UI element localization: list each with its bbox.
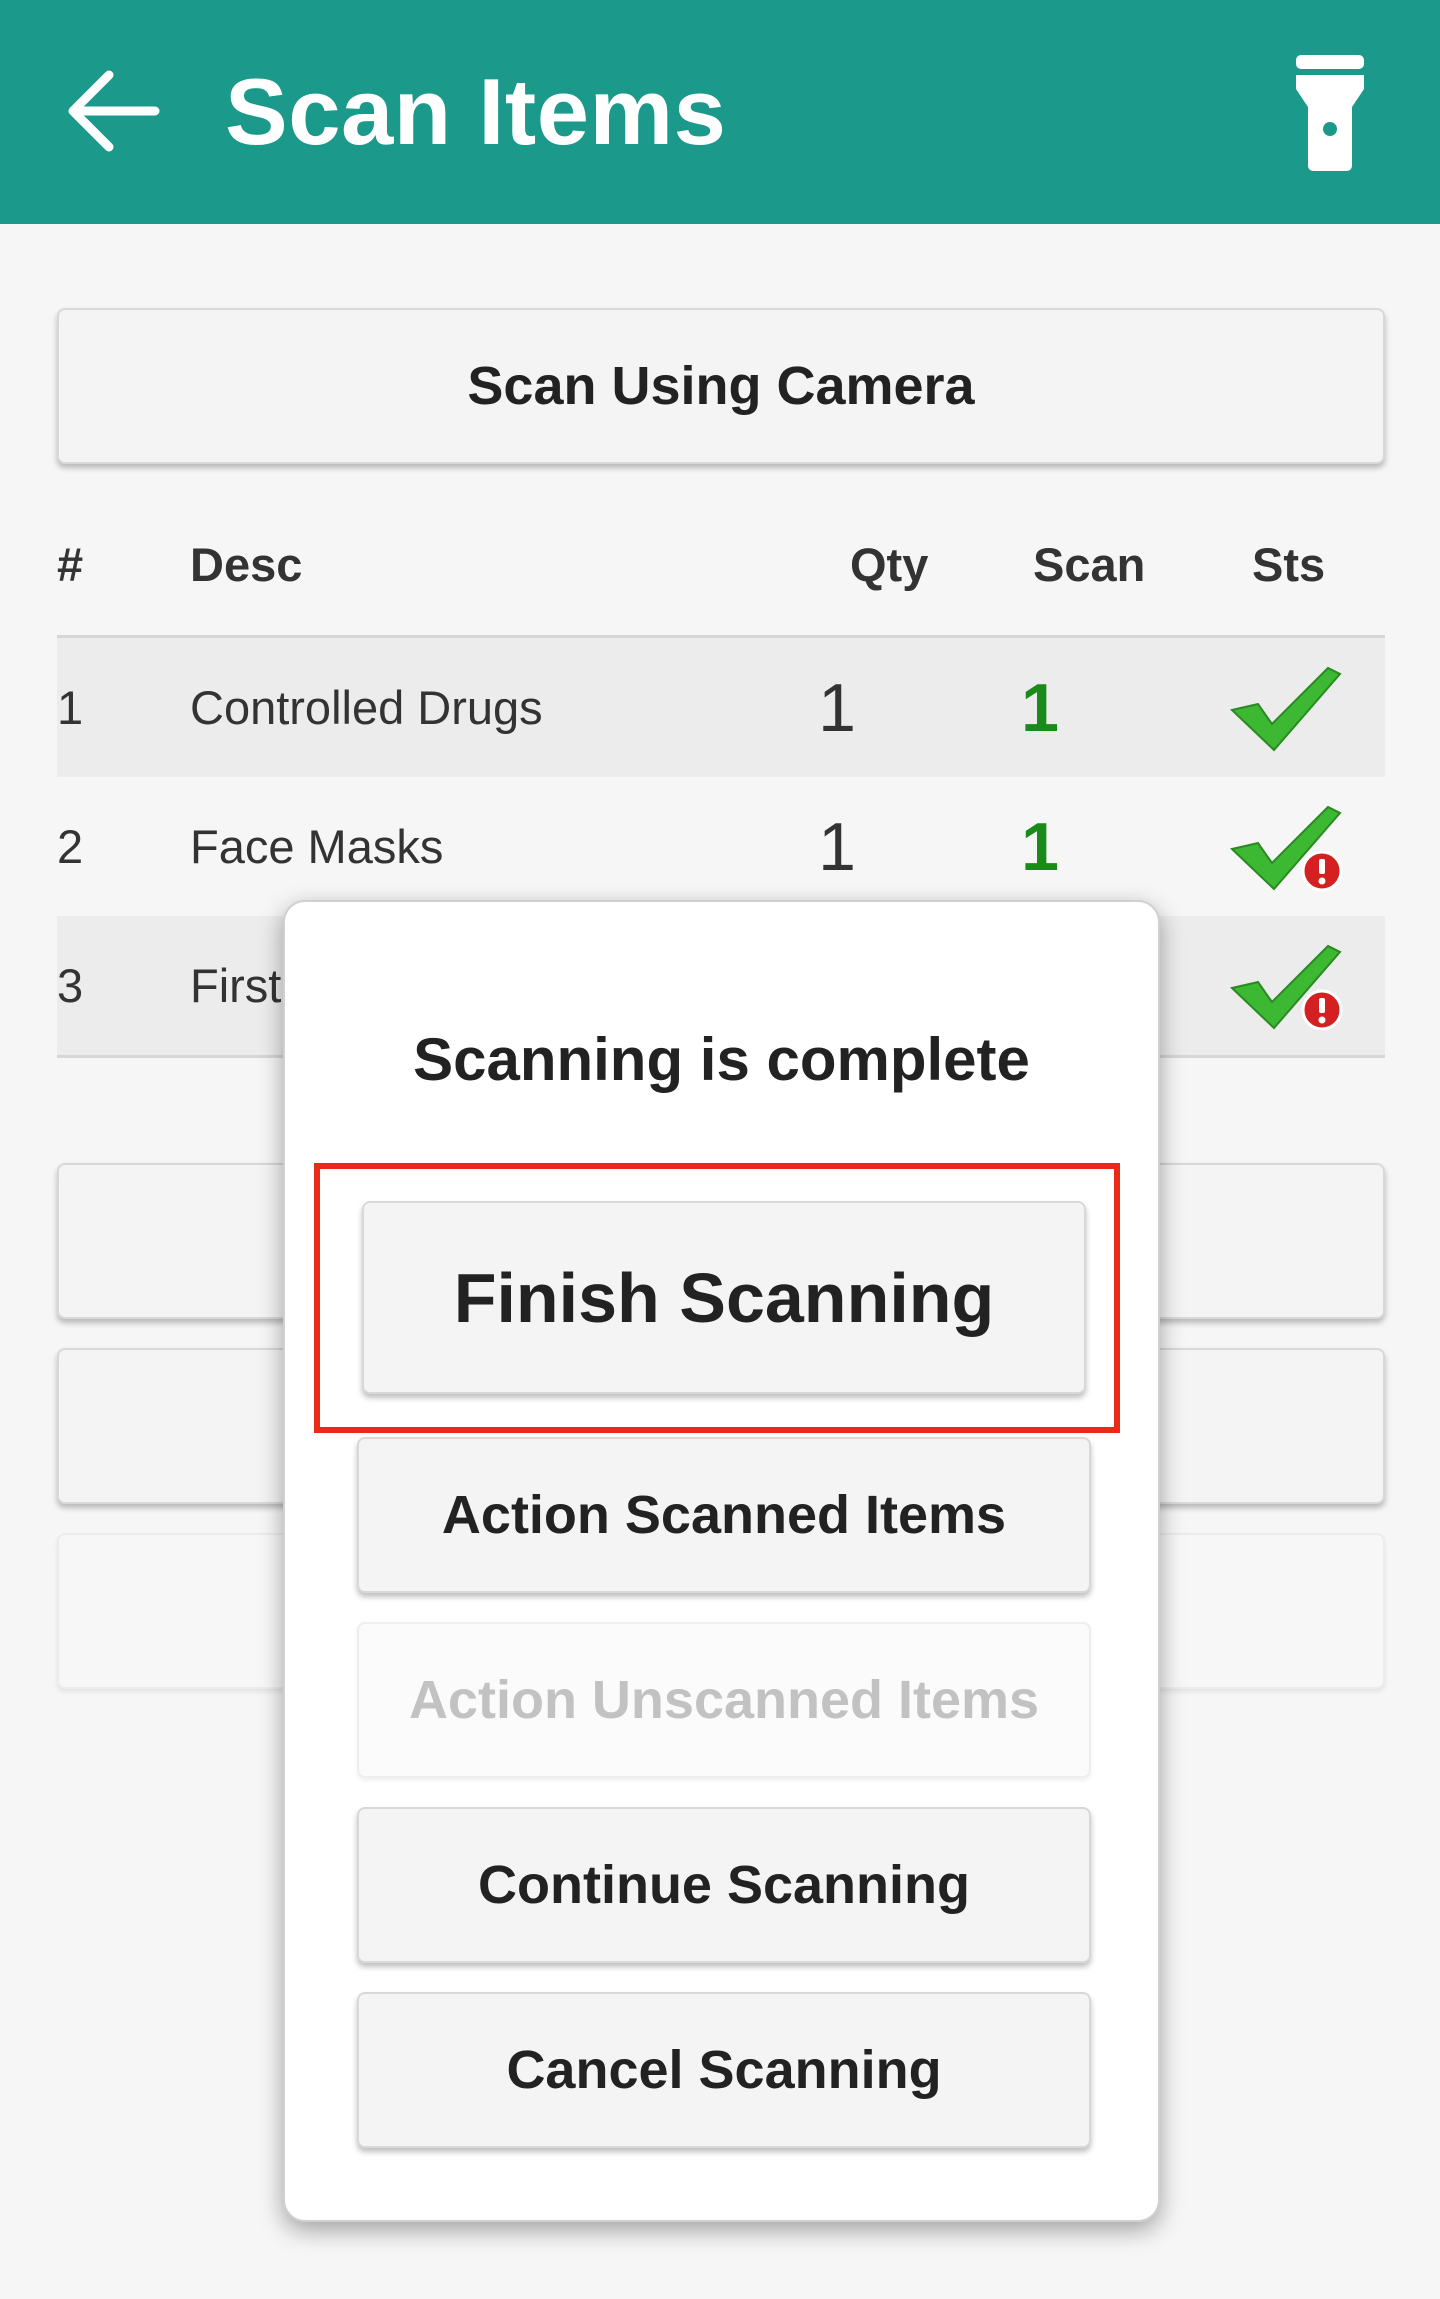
row-description: Face Masks [190, 820, 444, 873]
row-quantity: 1 [818, 669, 856, 746]
column-header-scan: Scan [1033, 538, 1146, 591]
column-header-number: # [57, 538, 84, 591]
table-row[interactable]: 2 Face Masks 1 1 [57, 777, 1385, 916]
status-warning-icon [1222, 916, 1352, 1055]
column-header-desc: Desc [190, 538, 303, 591]
row-number: 2 [57, 820, 84, 873]
column-header-status: Sts [1252, 538, 1326, 591]
action-unscanned-items-button: Action Unscanned Items [357, 1622, 1091, 1778]
row-scan-count: 1 [1021, 669, 1059, 746]
action-scanned-items-button[interactable]: Action Scanned Items [357, 1437, 1091, 1593]
row-description: First [190, 959, 282, 1012]
page-title: Scan Items [225, 59, 727, 164]
scan-using-camera-button[interactable]: Scan Using Camera [57, 308, 1385, 464]
row-number: 1 [57, 681, 84, 734]
back-button[interactable] [60, 58, 166, 164]
arrow-left-icon [68, 70, 160, 152]
table-header: # Desc Qty Scan Sts [57, 505, 1385, 638]
row-number: 3 [57, 959, 84, 1012]
row-description: Controlled Drugs [190, 681, 543, 734]
table-row[interactable]: 1 Controlled Drugs 1 1 [57, 638, 1385, 777]
app-bar: Scan Items [0, 0, 1440, 224]
row-quantity: 1 [818, 808, 856, 885]
flashlight-button[interactable] [1285, 50, 1375, 175]
status-ok-icon [1222, 638, 1352, 777]
status-warning-icon [1222, 777, 1352, 916]
finish-scanning-button[interactable]: Finish Scanning [362, 1201, 1086, 1394]
cancel-scanning-button[interactable]: Cancel Scanning [357, 1992, 1091, 2148]
row-scan-count: 1 [1021, 808, 1059, 885]
column-header-qty: Qty [850, 538, 929, 591]
continue-scanning-button[interactable]: Continue Scanning [357, 1807, 1091, 1963]
dialog-title: Scanning is complete [413, 1026, 1030, 1093]
scan-complete-dialog: Scanning is complete Finish Scanning Act… [283, 900, 1160, 2222]
flashlight-icon [1296, 54, 1364, 171]
